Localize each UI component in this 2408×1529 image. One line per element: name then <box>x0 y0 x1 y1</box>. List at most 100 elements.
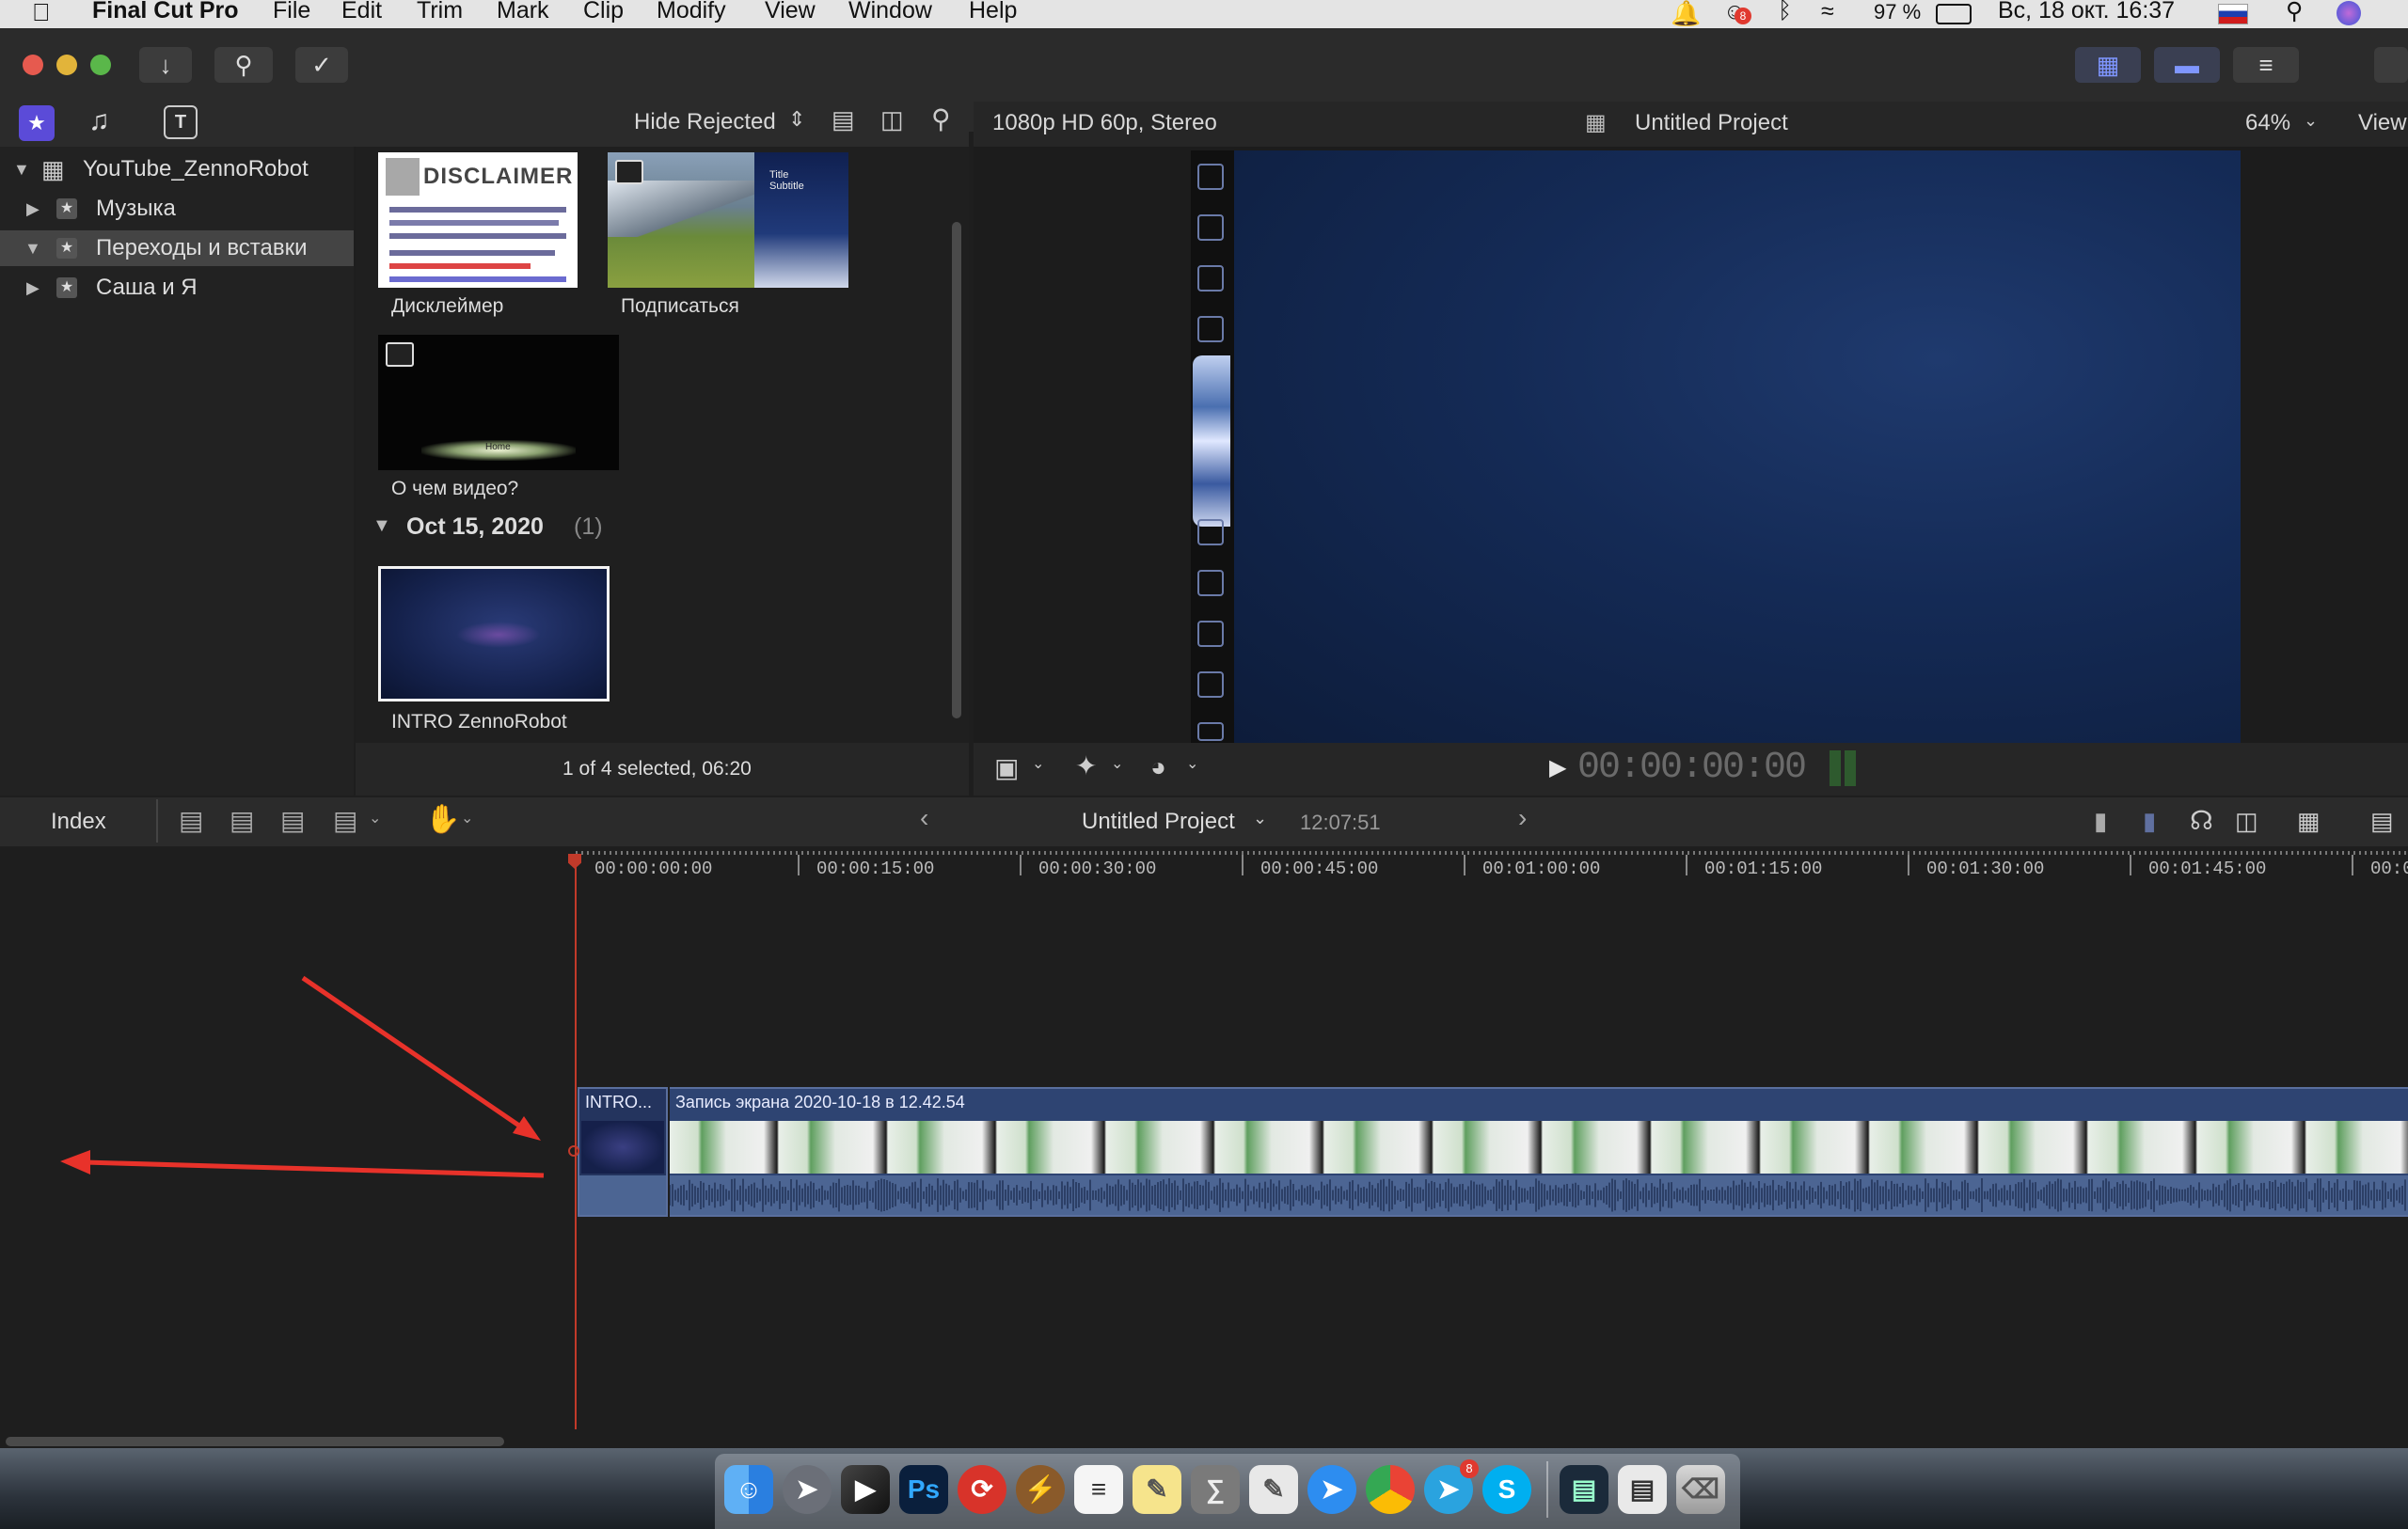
viewer-timecode[interactable]: 00:00:00:00 <box>1577 747 1807 789</box>
effects-browser-icon[interactable]: ▤ <box>2370 807 2394 836</box>
skimming-icon[interactable]: ▮ <box>2094 807 2107 836</box>
reminders-icon[interactable]: ≡ <box>1074 1465 1123 1514</box>
notes-icon[interactable]: ✎ <box>1133 1465 1181 1514</box>
search-icon[interactable]: ⚲ <box>931 103 951 134</box>
event-item[interactable]: ▶ ★ Музыка <box>0 191 354 227</box>
menu-view[interactable]: View <box>765 0 816 24</box>
menu-help[interactable]: Help <box>969 0 1017 24</box>
connect-clip-icon[interactable]: ▤ <box>179 805 203 836</box>
append-clip-icon[interactable]: ▤ <box>280 805 305 836</box>
menu-modify[interactable]: Modify <box>657 0 726 24</box>
collapse-triangle-icon[interactable]: ▶ <box>26 270 40 306</box>
audio-skimming-icon[interactable]: ▮ <box>2143 807 2156 836</box>
textedit-icon[interactable]: ✎ <box>1249 1465 1298 1514</box>
overwrite-clip-icon[interactable]: ▤ <box>333 805 357 836</box>
terminal-window-icon[interactable]: ▤ <box>1560 1465 1608 1514</box>
notification-bell-icon[interactable]: 🔔 <box>1671 0 1701 28</box>
titles-generators-tab-icon[interactable]: T <box>164 105 198 139</box>
sidebar-toggle-button[interactable] <box>2374 47 2408 83</box>
photoshop-icon[interactable]: Ps <box>899 1465 948 1514</box>
filter-popup[interactable]: Hide Rejected <box>634 109 776 135</box>
menu-app-name[interactable]: Final Cut Pro <box>92 0 239 24</box>
background-tasks-button[interactable]: ✓ <box>295 47 348 83</box>
close-window-button[interactable] <box>23 55 43 75</box>
group-collapse-triangle-icon[interactable]: ▼ <box>372 515 391 537</box>
menu-clock[interactable]: Вс, 18 окт. 16:37 <box>1998 0 2175 24</box>
zoom-window-button[interactable] <box>90 55 111 75</box>
history-forward-icon[interactable]: › <box>1518 803 1527 833</box>
enhance-chevron-icon[interactable]: ⌄ <box>1111 754 1123 773</box>
selected-clip-thumbnail[interactable] <box>378 566 610 701</box>
project-chevron-icon[interactable]: ⌄ <box>1253 809 1267 828</box>
battery-icon[interactable] <box>1936 4 1972 24</box>
snapping-icon[interactable]: ◫ <box>2235 807 2258 836</box>
filmstrip-view-icon[interactable]: ◫ <box>880 105 904 134</box>
wifi-icon[interactable]: ≈ <box>1821 0 1834 25</box>
date-group-label[interactable]: Oct 15, 2020 <box>406 513 544 541</box>
minimize-window-button[interactable] <box>56 55 77 75</box>
finder-icon[interactable]: ☺ <box>724 1465 773 1514</box>
viewer-zoom[interactable]: 64% <box>2245 110 2290 136</box>
filter-chevron-icon[interactable]: ⇕ <box>788 107 805 132</box>
magic-wand-icon[interactable]: ✦ <box>1075 750 1097 781</box>
timeline-index-button[interactable]: Index <box>51 809 106 835</box>
library-item[interactable]: ▼ ▦ YouTube_ZennoRobot <box>0 151 354 187</box>
expand-triangle-icon[interactable]: ▼ <box>13 151 30 187</box>
hand-tool-icon[interactable]: ✋ <box>425 803 460 836</box>
browser-layout-button[interactable]: ▦ <box>2075 47 2141 83</box>
timeline-clip-intro[interactable]: INTRO... <box>578 1087 668 1217</box>
clip-thumbnail[interactable]: Home <box>378 335 619 470</box>
inspector-layout-button[interactable]: ≡ <box>2233 47 2299 83</box>
keywords-button[interactable]: ⚲ <box>214 47 273 83</box>
viewer-video-frame[interactable] <box>1234 150 2241 745</box>
retime-chevron-icon[interactable]: ⌄ <box>1186 754 1198 773</box>
clip-label[interactable]: Подписаться <box>621 295 739 318</box>
final-cut-pro-icon[interactable]: ▶ <box>841 1465 890 1514</box>
viewer-view-menu[interactable]: View <box>2358 110 2407 136</box>
apple-icon[interactable]:  <box>32 0 51 27</box>
chrome-icon[interactable] <box>1366 1465 1415 1514</box>
import-button[interactable]: ↓ <box>139 47 192 83</box>
collapse-triangle-icon[interactable]: ▶ <box>26 191 40 227</box>
thunder-app-icon[interactable]: ⚡ <box>1016 1465 1065 1514</box>
headphones-icon[interactable]: ☊ <box>2190 805 2213 836</box>
timeline-horizontal-scrollbar[interactable] <box>6 1437 504 1446</box>
history-back-icon[interactable]: ‹ <box>920 803 928 833</box>
timeline-clip-screen-recording[interactable]: Запись экрана 2020-10-18 в 12.42.54 <box>670 1087 2408 1217</box>
timeline-layout-button[interactable]: ▬ <box>2154 47 2220 83</box>
menu-file[interactable]: File <box>273 0 310 24</box>
siri-icon[interactable] <box>2337 1 2361 25</box>
menu-mark[interactable]: Mark <box>497 0 549 24</box>
event-item[interactable]: ▶ ★ Саша и Я <box>0 270 354 306</box>
timeline-ruler[interactable]: 00:00:00:00 00:00:15:00 00:00:30:00 00:0… <box>576 851 2408 885</box>
safari-icon[interactable]: ➤ <box>1307 1465 1356 1514</box>
photos-audio-tab-icon[interactable]: ♫ <box>88 105 110 137</box>
clip-appearance-icon[interactable]: ▦ <box>2297 807 2321 836</box>
browser-window-icon[interactable]: ▤ <box>1618 1465 1667 1514</box>
menu-trim[interactable]: Trim <box>417 0 463 24</box>
menu-clip[interactable]: Clip <box>583 0 624 24</box>
clip-label[interactable]: О чем видео? <box>391 478 518 500</box>
event-item[interactable]: ▼ ★ Переходы и вставки <box>0 230 354 266</box>
menu-window[interactable]: Window <box>848 0 932 24</box>
clip-label[interactable]: Дисклеймер <box>391 295 503 318</box>
libraries-tab-icon[interactable]: ★ <box>19 105 55 141</box>
skype-icon[interactable]: S <box>1482 1465 1531 1514</box>
launchpad-icon[interactable]: ➤ <box>783 1465 832 1514</box>
transform-chevron-icon[interactable]: ⌄ <box>1032 754 1044 773</box>
clip-thumbnail[interactable]: Title Subtitle <box>608 152 848 288</box>
bluetooth-icon[interactable]: ᛒ <box>1778 0 1792 24</box>
clip-label[interactable]: INTRO ZennoRobot <box>391 711 567 733</box>
calculator-icon[interactable]: ∑ <box>1191 1465 1240 1514</box>
clip-appearance-icon[interactable]: ▤ <box>832 105 855 134</box>
speedometer-icon[interactable]: ◕ <box>1150 752 1166 782</box>
zoom-chevron-icon[interactable]: ⌄ <box>2304 111 2318 131</box>
play-icon[interactable]: ▶ <box>1549 754 1566 781</box>
insert-clip-icon[interactable]: ▤ <box>230 805 254 836</box>
opera-icon[interactable]: ⟳ <box>958 1465 1006 1514</box>
transform-icon[interactable]: ▣ <box>994 752 1019 783</box>
expand-triangle-icon[interactable]: ▼ <box>24 230 41 266</box>
menu-edit[interactable]: Edit <box>341 0 382 24</box>
browser-scrollbar[interactable] <box>952 222 961 718</box>
trash-icon[interactable]: ⌫ <box>1676 1465 1725 1514</box>
